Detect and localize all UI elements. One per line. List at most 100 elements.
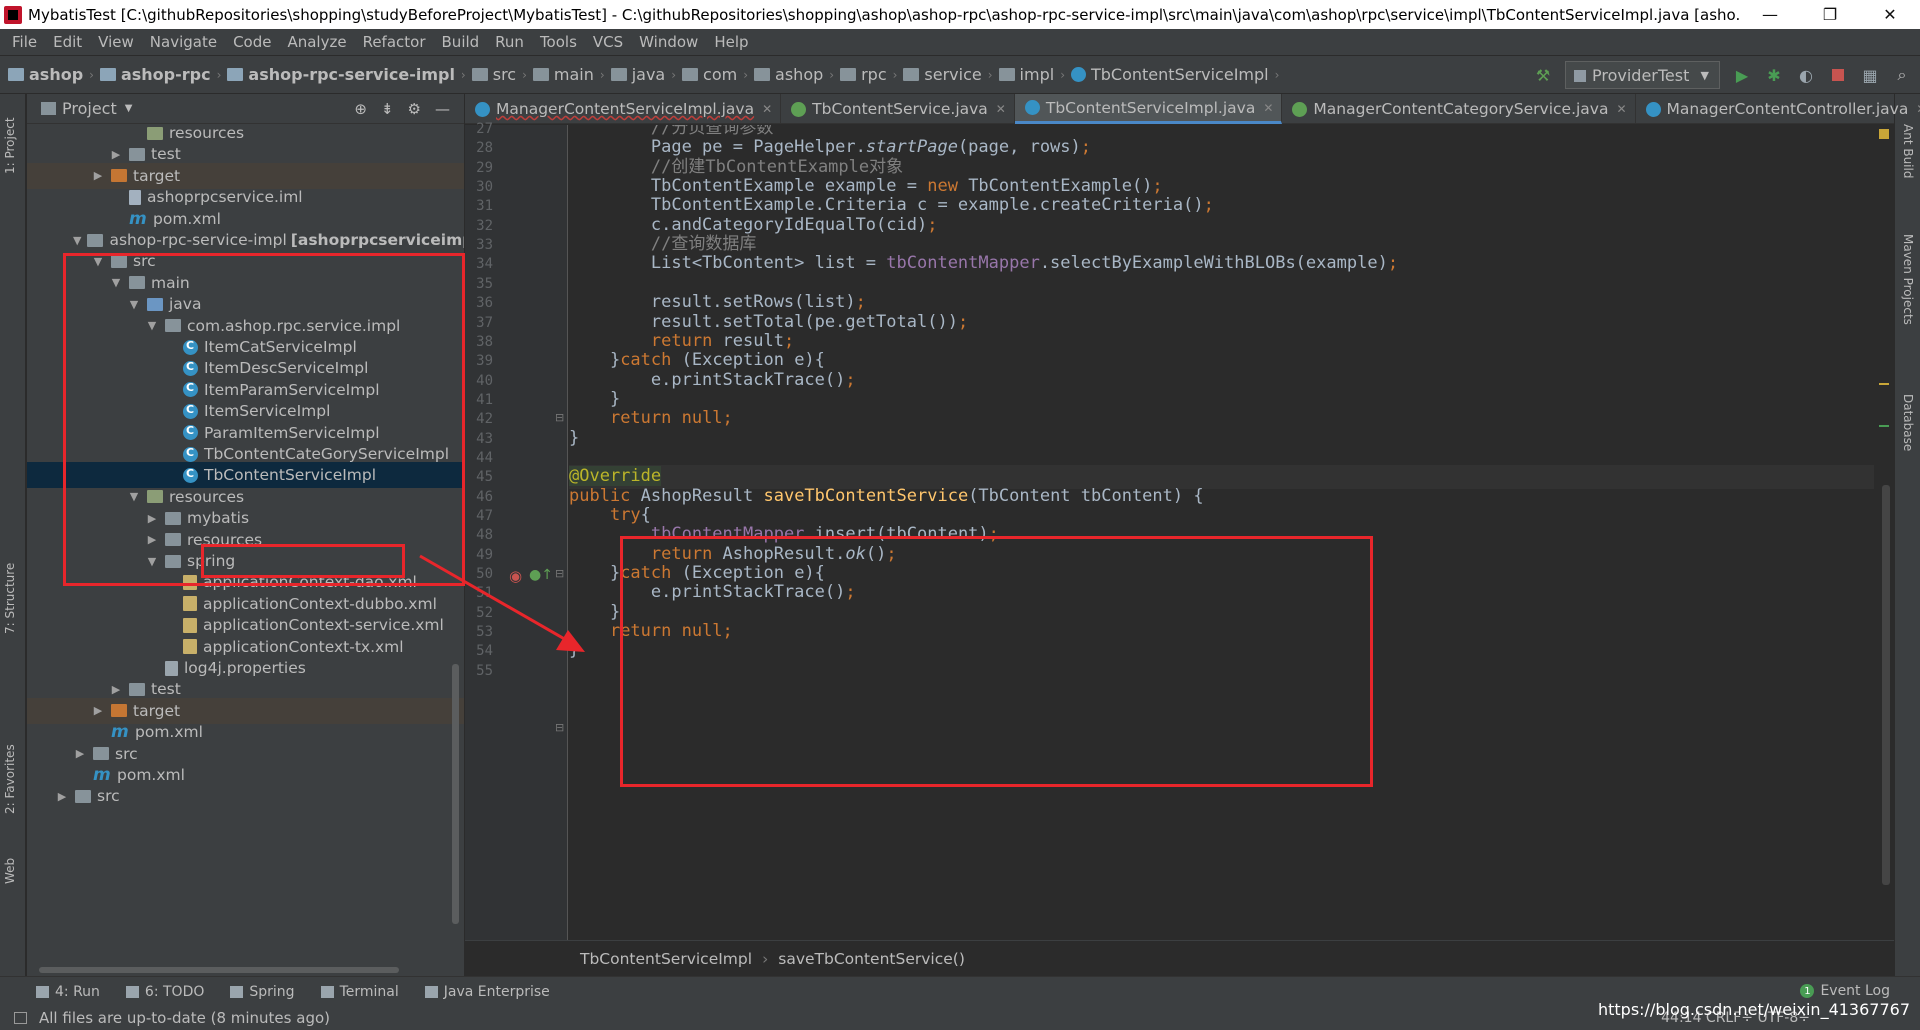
web-tool-tab[interactable]: Web <box>3 858 17 884</box>
nav-crumb[interactable]: service › <box>903 65 998 84</box>
nav-crumb[interactable]: main › <box>532 65 611 84</box>
collapse-arrow-icon[interactable]: ▶ <box>109 683 123 696</box>
hide-icon[interactable]: — <box>435 100 450 118</box>
menu-view[interactable]: View <box>90 33 142 51</box>
menu-help[interactable]: Help <box>706 33 756 51</box>
restore-button[interactable]: ❐ <box>1800 0 1860 29</box>
change-marker[interactable] <box>1879 425 1889 427</box>
close-icon[interactable]: ✕ <box>1916 102 1920 116</box>
nav-crumb[interactable]: com › <box>682 65 754 84</box>
nav-crumb[interactable]: src › <box>471 65 533 84</box>
database-tool-tab[interactable]: Database <box>1901 394 1915 451</box>
collapse-arrow-icon[interactable]: ▶ <box>109 148 123 161</box>
menu-vcs[interactable]: VCS <box>585 33 631 51</box>
collapse-all-icon[interactable]: ⇟ <box>381 100 394 118</box>
stop-icon[interactable] <box>1828 65 1848 85</box>
menu-run[interactable]: Run <box>487 33 532 51</box>
run-icon[interactable]: ▶ <box>1732 65 1752 85</box>
nav-crumb[interactable]: java › <box>610 65 682 84</box>
collapse-arrow-icon[interactable]: ▶ <box>91 704 105 717</box>
expand-arrow-icon[interactable]: ▼ <box>91 255 105 268</box>
code-editor[interactable]: //分页查询参数 Page pe = PageHelper.startPage(… <box>569 125 1874 940</box>
bottom-tool-run[interactable]: 4: Run <box>36 984 100 1000</box>
override-marker-icon[interactable]: ●↑ <box>529 567 553 583</box>
line-number: 37 <box>476 314 493 331</box>
menu-edit[interactable]: Edit <box>45 33 90 51</box>
locate-icon[interactable]: ⊕ <box>354 100 367 118</box>
bottom-tool-spring[interactable]: Spring <box>230 984 295 1000</box>
project-structure-icon[interactable]: ▦ <box>1860 65 1880 85</box>
search-icon[interactable]: ⌕ <box>1892 65 1912 85</box>
menu-code[interactable]: Code <box>225 33 279 51</box>
nav-crumb[interactable]: TbContentServiceImpl › <box>1071 65 1285 84</box>
editor-scroll-thumb[interactable] <box>1882 485 1890 885</box>
menu-analyze[interactable]: Analyze <box>279 33 354 51</box>
collapse-arrow-icon[interactable]: ▶ <box>145 533 159 546</box>
warning-marker[interactable] <box>1879 383 1889 385</box>
editor-tab[interactable]: ManagerContentServiceImpl.java ✕ <box>465 94 782 124</box>
structure-tool-tab[interactable]: 7: Structure <box>3 563 17 634</box>
project-vertical-scrollbar[interactable] <box>452 664 459 924</box>
expand-arrow-icon[interactable]: ▼ <box>145 319 159 332</box>
collapse-arrow-icon[interactable]: ▶ <box>73 747 87 760</box>
close-icon[interactable]: ✕ <box>1616 102 1626 116</box>
analysis-status-icon[interactable] <box>1879 129 1889 139</box>
bottom-tool-todo[interactable]: 6: TODO <box>125 984 204 1000</box>
toggle-tool-windows-icon[interactable] <box>14 1012 27 1024</box>
bottom-tool-terminal[interactable]: Terminal <box>320 984 399 1000</box>
coverage-icon[interactable]: ◐ <box>1796 65 1816 85</box>
nav-crumb[interactable]: ashop › <box>754 65 840 84</box>
code-line[interactable] <box>569 659 1874 683</box>
fold-icon[interactable]: ⊟ <box>555 411 564 424</box>
close-icon[interactable]: ✕ <box>1263 101 1273 115</box>
debug-icon[interactable]: ✱ <box>1764 65 1784 85</box>
expand-arrow-icon[interactable]: ▼ <box>109 276 123 289</box>
menu-navigate[interactable]: Navigate <box>142 33 225 51</box>
editor-scrollbar[interactable] <box>1874 125 1894 940</box>
tree-item[interactable]: ▶ src <box>27 783 464 809</box>
expand-arrow-icon[interactable]: ▼ <box>127 298 141 311</box>
editor-tab[interactable]: TbContentServiceImpl.java ✕ <box>1014 94 1283 124</box>
close-button[interactable]: ✕ <box>1860 0 1920 29</box>
editor-tab[interactable]: TbContentService.java ✕ <box>781 94 1015 124</box>
nav-crumb[interactable]: ashop-rpc › <box>99 65 227 84</box>
project-horizontal-scrollbar[interactable] <box>27 964 464 976</box>
collapse-arrow-icon[interactable]: ▶ <box>91 169 105 182</box>
project-panel-title[interactable]: Project <box>62 99 117 118</box>
collapse-arrow-icon[interactable]: ▶ <box>55 790 69 803</box>
editor-tab[interactable]: ManagerContentController.java ✕ <box>1636 94 1920 124</box>
close-icon[interactable]: ✕ <box>762 102 772 116</box>
event-log-button[interactable]: 1 Event Log <box>1800 983 1890 999</box>
favorites-tool-tab[interactable]: 2: Favorites <box>3 744 17 814</box>
maven-projects-tool-tab[interactable]: Maven Projects <box>1901 234 1915 325</box>
fold-icon[interactable]: ⊟ <box>555 567 564 580</box>
menu-refactor[interactable]: Refactor <box>355 33 434 51</box>
close-icon[interactable]: ✕ <box>996 102 1006 116</box>
build-hammer-icon[interactable]: ⚒ <box>1533 65 1553 85</box>
menu-build[interactable]: Build <box>434 33 488 51</box>
nav-crumb[interactable]: ashop-rpc-service-impl › <box>227 65 471 84</box>
expand-arrow-icon[interactable]: ▼ <box>73 234 81 247</box>
fold-icon[interactable]: ⊟ <box>555 721 564 734</box>
menu-window[interactable]: Window <box>631 33 706 51</box>
breadcrumb-method[interactable]: saveTbContentService() <box>778 950 965 968</box>
expand-arrow-icon[interactable]: ▼ <box>145 555 159 568</box>
gear-icon[interactable]: ⚙ <box>408 100 421 118</box>
bottom-tool-javaenterprise[interactable]: Java Enterprise <box>424 984 550 1000</box>
chevron-down-icon[interactable]: ▼ <box>125 103 133 114</box>
collapse-arrow-icon[interactable]: ▶ <box>145 512 159 525</box>
run-config-select[interactable]: ProviderTest ▼ <box>1565 61 1720 89</box>
expand-arrow-icon[interactable]: ▼ <box>127 490 141 503</box>
nav-crumb[interactable]: impl › <box>998 65 1071 84</box>
ant-build-tool-tab[interactable]: Ant Build <box>1901 124 1915 178</box>
nav-crumb[interactable]: rpc › <box>840 65 903 84</box>
menu-file[interactable]: File <box>4 33 45 51</box>
project-tool-tab[interactable]: 1: Project <box>3 117 17 174</box>
editor-tab[interactable]: ManagerContentCategoryService.java ✕ <box>1282 94 1636 124</box>
implementing-method-icon[interactable]: ◉ <box>509 567 522 585</box>
menu-tools[interactable]: Tools <box>532 33 585 51</box>
minimize-button[interactable]: — <box>1740 0 1800 29</box>
breadcrumb-class[interactable]: TbContentServiceImpl <box>580 950 752 968</box>
nav-crumb[interactable]: ashop › <box>8 65 100 84</box>
